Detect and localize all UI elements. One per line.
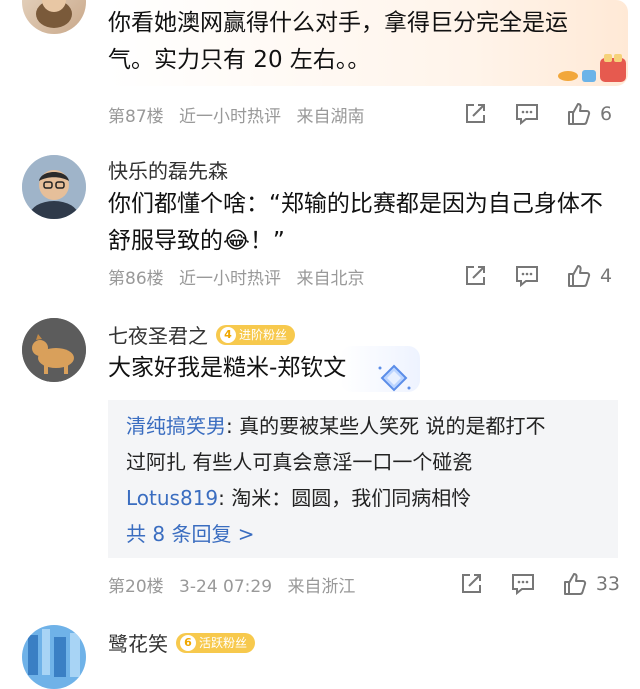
user-line: 快乐的磊先森	[108, 155, 228, 184]
share-icon[interactable]	[462, 263, 488, 289]
floor-number: 第20楼	[108, 576, 164, 597]
thumbs-up-icon[interactable]	[566, 263, 592, 289]
reply-item[interactable]: Lotus819: 淘米：圆圆，我们同病相怜	[126, 480, 600, 516]
comment-meta: 第20楼 3-24 07:29 来自浙江 33	[108, 570, 620, 598]
comment-icon[interactable]	[514, 263, 540, 289]
laughing-emoji-icon: 😂	[223, 228, 250, 254]
floor-number: 第86楼	[108, 268, 164, 289]
reply-item[interactable]: 清纯搞笑男: 真的要被某些人笑死 说的是都打不 过阿扎 有些人可真会意淫一口一个…	[126, 408, 600, 480]
thumbs-up-icon[interactable]	[562, 571, 588, 597]
like-count: 33	[595, 573, 620, 595]
username[interactable]: 鹭花笑	[108, 628, 168, 657]
avatar[interactable]	[22, 155, 86, 219]
fan-badge-label: 进阶粉丝	[239, 328, 288, 342]
fan-level-badge[interactable]: 6 活跃粉丝	[176, 632, 256, 653]
fan-level-number: 6	[180, 634, 196, 651]
reply-username[interactable]: Lotus819	[126, 486, 218, 510]
comment-text: 大家好我是糙米-郑钦文	[108, 355, 347, 381]
share-icon[interactable]	[462, 101, 488, 127]
fan-badge-label: 活跃粉丝	[199, 636, 248, 650]
comment-meta: 第86楼 近一小时热评 来自北京 4	[108, 262, 620, 290]
avatar[interactable]	[22, 318, 86, 382]
comment-meta: 第87楼 近一小时热评 来自湖南 6	[108, 100, 620, 128]
share-icon[interactable]	[458, 571, 484, 597]
floor-number: 第87楼	[108, 106, 164, 127]
fan-level-number: 4	[220, 326, 236, 343]
user-line: 七夜圣君之 4 进阶粉丝	[108, 320, 296, 349]
reply-username[interactable]: 清纯搞笑男	[126, 414, 226, 438]
comment-location: 来自北京	[296, 268, 365, 289]
avatar[interactable]	[22, 0, 86, 34]
comment-time: 近一小时热评	[179, 106, 282, 127]
comment-text: 你们都懂个啥：“郑输的比赛都是因为自己身体不 舒服导致的😂！”	[108, 191, 603, 254]
more-replies-link[interactable]: 共 8 条回复 >	[126, 516, 600, 552]
diamond-decoration-icon	[374, 362, 414, 398]
thumbs-up-icon[interactable]	[566, 101, 592, 127]
comment-location: 来自浙江	[287, 576, 356, 597]
comment-time: 近一小时热评	[179, 268, 282, 289]
replies-box: 清纯搞笑男: 真的要被某些人笑死 说的是都打不 过阿扎 有些人可真会意淫一口一个…	[108, 400, 618, 558]
comment-text: 你看她澳网赢得什么对手，拿得巨分完全是运 气。实力只有 20 左右。。	[108, 10, 568, 73]
comment-icon[interactable]	[514, 101, 540, 127]
like-count: 6	[600, 103, 613, 125]
avatar[interactable]	[22, 625, 86, 689]
username[interactable]: 快乐的磊先森	[108, 155, 228, 184]
fan-level-badge[interactable]: 4 进阶粉丝	[216, 324, 296, 345]
comment-icon[interactable]	[510, 571, 536, 597]
comment-time: 3-24 07:29	[179, 576, 273, 597]
comment-location: 来自湖南	[296, 106, 365, 127]
like-count: 4	[600, 265, 613, 287]
user-line: 鹭花笑 6 活跃粉丝	[108, 628, 256, 657]
username[interactable]: 七夜圣君之	[108, 320, 208, 349]
toaster-decoration-icon	[556, 52, 628, 90]
